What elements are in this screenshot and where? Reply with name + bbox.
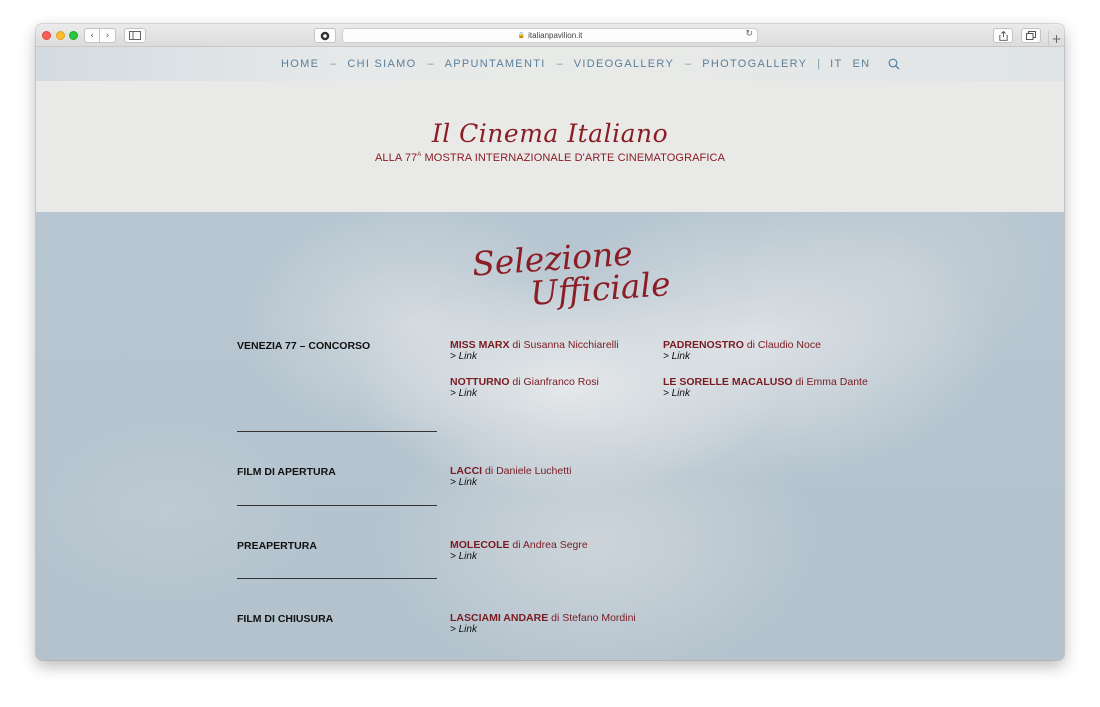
back-button[interactable]: ‹ xyxy=(84,28,100,43)
sidebar-toggle-button[interactable] xyxy=(124,28,146,43)
window-minimize-icon[interactable] xyxy=(56,31,65,40)
new-tab-icon[interactable]: + xyxy=(1048,31,1064,47)
site-subtitle: ALLA 77A MOSTRA INTERNAZIONALE D'ARTE CI… xyxy=(36,152,1064,164)
browser-window: ‹ › 🔒 italianpavilion.it ↻ + HOME – CHI … xyxy=(36,24,1064,660)
site-title[interactable]: Il Cinema Italiano xyxy=(36,119,1064,148)
film-entry: MOLECOLE di Andrea Segre > Link xyxy=(450,539,588,563)
shield-icon xyxy=(320,31,330,40)
site-navigation: HOME – CHI SIAMO – APPUNTAMENTI – VIDEOG… xyxy=(36,47,1064,81)
film-director: di Susanna Nicchiarelli xyxy=(509,339,619,351)
nav-separator: – xyxy=(427,58,434,70)
lock-icon: 🔒 xyxy=(517,32,526,39)
category-divider xyxy=(237,431,437,432)
share-button[interactable] xyxy=(993,28,1013,43)
category-film-di-apertura: FILM DI APERTURA xyxy=(237,466,336,478)
film-entry: LACCI di Daniele Luchetti > Link xyxy=(450,465,572,489)
category-venezia-77: VENEZIA 77 – CONCORSO xyxy=(237,340,371,352)
privacy-report-button[interactable] xyxy=(314,28,336,43)
film-link[interactable]: > Link xyxy=(450,551,477,562)
nav-item-home[interactable]: HOME xyxy=(281,58,319,70)
search-button[interactable] xyxy=(888,57,902,71)
category-film-di-chiusura: FILM DI CHIUSURA xyxy=(237,613,334,625)
reload-icon[interactable]: ↻ xyxy=(745,29,753,39)
film-title: LACCI xyxy=(450,465,483,477)
lang-it-link[interactable]: IT xyxy=(830,58,842,70)
film-title: NOTTURNO xyxy=(450,376,510,388)
subtitle-post: MOSTRA INTERNAZIONALE D'ARTE CINEMATOGRA… xyxy=(421,152,726,164)
category-divider xyxy=(237,578,437,579)
film-link[interactable]: > Link xyxy=(663,351,690,362)
nav-item-videogallery[interactable]: VIDEOGALLERY xyxy=(574,58,674,70)
film-title: LE SORELLE MACALUSO xyxy=(663,376,793,388)
selection-section: Selezione Ufficiale VENEZIA 77 – CONCORS… xyxy=(36,212,1064,660)
film-entry: LASCIAMI ANDARE di Stefano Mordini > Lin… xyxy=(450,612,636,636)
nav-item-appuntamenti[interactable]: APPUNTAMENTI xyxy=(445,58,546,70)
film-director: di Claudio Noce xyxy=(743,339,821,351)
film-title: PADRENOSTRO xyxy=(663,339,744,351)
category-preapertura: PREAPERTURA xyxy=(237,540,317,552)
nav-separator: – xyxy=(330,58,337,70)
film-director: di Gianfranco Rosi xyxy=(509,376,599,388)
film-link[interactable]: > Link xyxy=(450,624,477,635)
share-icon xyxy=(998,30,1008,41)
url-bar[interactable]: 🔒 italianpavilion.it ↻ xyxy=(342,28,758,43)
window-close-icon[interactable] xyxy=(42,31,51,40)
film-director: di Stefano Mordini xyxy=(548,612,636,624)
search-icon xyxy=(888,58,900,70)
nav-item-chi-siamo[interactable]: CHI SIAMO xyxy=(347,58,416,70)
film-director: di Andrea Segre xyxy=(509,539,588,551)
film-entry: NOTTURNO di Gianfranco Rosi > Link xyxy=(450,376,599,400)
film-link[interactable]: > Link xyxy=(450,388,477,399)
film-link[interactable]: > Link xyxy=(450,477,477,488)
film-title: MISS MARX xyxy=(450,339,510,351)
film-entry: LE SORELLE MACALUSO di Emma Dante > Link xyxy=(663,376,868,400)
hero-banner: Il Cinema Italiano ALLA 77A MOSTRA INTER… xyxy=(36,81,1064,212)
film-link[interactable]: > Link xyxy=(450,351,477,362)
tabs-icon xyxy=(1026,31,1036,40)
film-title: LASCIAMI ANDARE xyxy=(450,612,549,624)
lang-en-link[interactable]: EN xyxy=(853,58,871,70)
nav-separator: – xyxy=(685,58,692,70)
window-maximize-icon[interactable] xyxy=(69,31,78,40)
nav-pipe: | xyxy=(817,58,821,70)
film-entry: PADRENOSTRO di Claudio Noce > Link xyxy=(663,339,821,363)
sidebar-icon xyxy=(129,31,141,40)
subtitle-pre: ALLA 77 xyxy=(374,152,418,164)
category-divider xyxy=(237,505,437,506)
film-director: di Emma Dante xyxy=(792,376,868,388)
nav-menu: HOME – CHI SIAMO – APPUNTAMENTI – VIDEOG… xyxy=(281,58,870,70)
nav-separator: – xyxy=(556,58,563,70)
film-entry: MISS MARX di Susanna Nicchiarelli > Link xyxy=(450,339,619,363)
forward-button[interactable]: › xyxy=(100,28,116,43)
tab-overview-button[interactable] xyxy=(1021,28,1041,43)
section-title-line2: Ufficiale xyxy=(528,264,672,313)
browser-toolbar: ‹ › 🔒 italianpavilion.it ↻ + xyxy=(36,24,1064,47)
film-link[interactable]: > Link xyxy=(663,388,690,399)
nav-item-photogallery[interactable]: PHOTOGALLERY xyxy=(702,58,807,70)
film-director: di Daniele Luchetti xyxy=(482,465,572,477)
film-title: MOLECOLE xyxy=(450,539,510,551)
url-text: italianpavilion.it xyxy=(528,31,583,40)
